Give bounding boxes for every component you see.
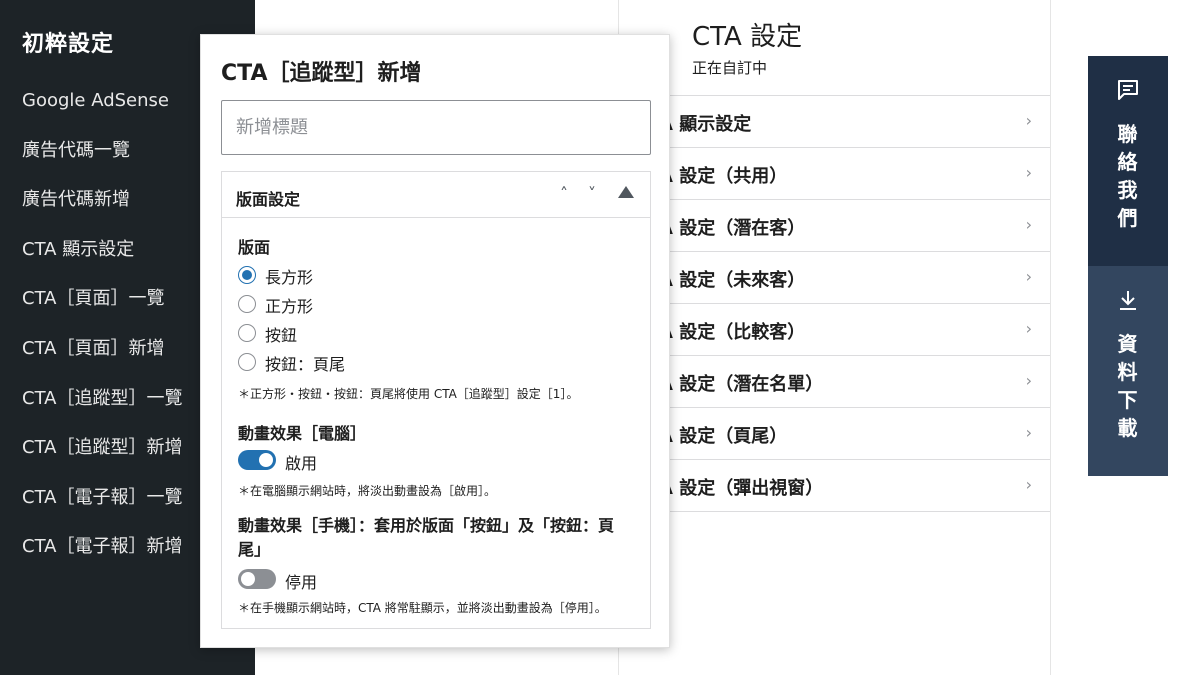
modal-title: CTA［追蹤型］新增 xyxy=(221,61,422,86)
cta-section-footer[interactable]: A 設定（頁尾） › xyxy=(619,408,1050,460)
cta-section-compare[interactable]: A 設定（比較客） › xyxy=(619,304,1050,356)
sidebar-item-cta-tracking-list[interactable]: CTA［追蹤型］一覽 xyxy=(22,386,182,436)
sidebar-title: 初粹設定 xyxy=(22,32,115,57)
panel-divider-right xyxy=(1050,0,1051,675)
sidebar-item-cta-page-list[interactable]: CTA［頁面］一覽 xyxy=(22,286,182,336)
cta-panel-subtitle: 正在自訂中 xyxy=(692,59,768,77)
cta-section-prospect[interactable]: A 設定（潛在客） › xyxy=(619,200,1050,252)
cta-settings-panel: CTA 設定 正在自訂中 A 顯示設定 › A 設定（共用） › A 設定（潛在客）… xyxy=(619,0,1050,675)
cta-section-lead-list[interactable]: A 設定（潛在名單） › xyxy=(619,356,1050,408)
title-input[interactable] xyxy=(221,100,651,155)
cta-section-label: A 設定（潛在客） xyxy=(659,218,806,239)
sidebar-item-google-adsense[interactable]: Google AdSense xyxy=(22,88,182,138)
floating-side-buttons: 聯 絡 我 們 資 料 下 載 xyxy=(1088,56,1168,476)
chevron-right-icon: › xyxy=(1025,371,1032,390)
move-down-icon[interactable]: ˅ xyxy=(588,184,596,203)
contact-us-label: 聯 絡 我 們 xyxy=(1088,120,1168,232)
download-char: 載 xyxy=(1117,416,1139,440)
animation-pc-toggle[interactable] xyxy=(238,450,276,470)
chevron-right-icon: › xyxy=(1025,319,1032,338)
sidebar-item-cta-newsletter-new[interactable]: CTA［電子報］新增 xyxy=(22,534,182,584)
cta-section-label: A 設定（共用） xyxy=(659,166,788,187)
layout-note: ＊正方形・按鈕・按鈕：頁尾將使用 CTA［追蹤型］設定［1］。 xyxy=(238,387,579,401)
chevron-right-icon: › xyxy=(1025,163,1032,182)
sidebar-menu: Google AdSense 廣告代碼一覽 廣告代碼新增 CTA 顯示設定 CT… xyxy=(22,88,182,584)
contact-char: 們 xyxy=(1117,206,1139,230)
contact-char: 我 xyxy=(1117,178,1139,202)
toggle-knob xyxy=(241,572,255,586)
download-char: 下 xyxy=(1117,388,1139,412)
animation-pc-note: ＊在電腦顯示網站時，將淡出動畫設為［啟用］。 xyxy=(238,484,497,498)
move-up-icon[interactable]: ˄ xyxy=(560,184,568,203)
cta-section-future[interactable]: A 設定（未來客） › xyxy=(619,252,1050,304)
layout-label: 版面 xyxy=(238,238,271,257)
sidebar-item-ad-code-new[interactable]: 廣告代碼新增 xyxy=(22,187,182,237)
cta-section-label: A 顯示設定 xyxy=(659,114,752,135)
radio-label: 按鈕：頁尾 xyxy=(265,355,346,374)
download-label: 資 料 下 載 xyxy=(1088,330,1168,442)
chevron-right-icon: › xyxy=(1025,423,1032,442)
cta-section-popup[interactable]: A 設定（彈出視窗） › xyxy=(619,460,1050,512)
chevron-right-icon: › xyxy=(1025,215,1032,234)
animation-mobile-label: 動畫效果［手機］：套用於版面「按鈕」及「按鈕：頁尾」 xyxy=(238,516,615,559)
cta-section-display[interactable]: A 顯示設定 › xyxy=(619,96,1050,148)
radio-button[interactable] xyxy=(238,295,256,313)
toggle-knob xyxy=(259,453,273,467)
cta-tracking-new-modal: CTA［追蹤型］新增 版面設定 ˄ ˅ 版面 長方形 正方形 按鈕 按鈕：頁尾 … xyxy=(200,34,670,648)
download-button[interactable]: 資 料 下 載 xyxy=(1088,266,1168,476)
sidebar-item-ad-code-list[interactable]: 廣告代碼一覽 xyxy=(22,138,182,188)
radio-button[interactable] xyxy=(238,324,256,342)
cta-panel-title: CTA 設定 xyxy=(692,22,803,52)
contact-us-button[interactable]: 聯 絡 我 們 xyxy=(1088,56,1168,266)
cta-section-label: A 設定（比較客） xyxy=(659,322,806,343)
sidebar-item-cta-tracking-new[interactable]: CTA［追蹤型］新增 xyxy=(22,435,182,485)
download-char: 料 xyxy=(1117,360,1139,384)
contact-char: 絡 xyxy=(1117,150,1139,174)
cta-section-label: A 設定（未來客） xyxy=(659,270,806,291)
chevron-right-icon: › xyxy=(1025,111,1032,130)
radio-button[interactable] xyxy=(238,353,256,371)
contact-char: 聯 xyxy=(1117,122,1139,146)
chevron-right-icon: › xyxy=(1025,475,1032,494)
download-icon xyxy=(1120,291,1136,310)
cta-section-list: A 顯示設定 › A 設定（共用） › A 設定（潛在客） › A 設定（未來客） › … xyxy=(619,96,1050,512)
sidebar-item-cta-page-new[interactable]: CTA［頁面］新增 xyxy=(22,336,182,386)
collapse-toggle-icon[interactable] xyxy=(618,186,634,198)
download-char: 資 xyxy=(1117,332,1139,356)
radio-label: 正方形 xyxy=(265,297,314,316)
animation-mobile-toggle[interactable] xyxy=(238,569,276,589)
animation-pc-state: 啟用 xyxy=(285,454,318,473)
cta-section-label: A 設定（彈出視窗） xyxy=(659,478,824,499)
cta-section-label: A 設定（潛在名單） xyxy=(659,374,824,395)
radio-label: 按鈕 xyxy=(265,326,298,345)
animation-mobile-note: ＊在手機顯示網站時，CTA 將常駐顯示，並將淡出動畫設為［停用］。 xyxy=(238,601,607,615)
layout-settings-box: 版面設定 ˄ ˅ 版面 長方形 正方形 按鈕 按鈕：頁尾 ＊正方形・按鈕・按鈕：… xyxy=(221,171,651,629)
radio-label: 長方形 xyxy=(265,268,314,287)
sidebar-item-cta-display[interactable]: CTA 顯示設定 xyxy=(22,237,182,287)
chevron-right-icon: › xyxy=(1025,267,1032,286)
layout-settings-header[interactable]: 版面設定 ˄ ˅ xyxy=(222,172,650,218)
animation-pc-label: 動畫效果［電腦］ xyxy=(238,424,367,443)
cta-section-common[interactable]: A 設定（共用） › xyxy=(619,148,1050,200)
cta-section-label: A 設定（頁尾） xyxy=(659,426,788,447)
radio-button[interactable] xyxy=(238,266,256,284)
layout-settings-title: 版面設定 xyxy=(236,190,301,209)
sidebar-item-cta-newsletter-list[interactable]: CTA［電子報］一覽 xyxy=(22,485,182,535)
chat-icon xyxy=(1118,80,1138,100)
animation-mobile-state: 停用 xyxy=(285,573,318,592)
